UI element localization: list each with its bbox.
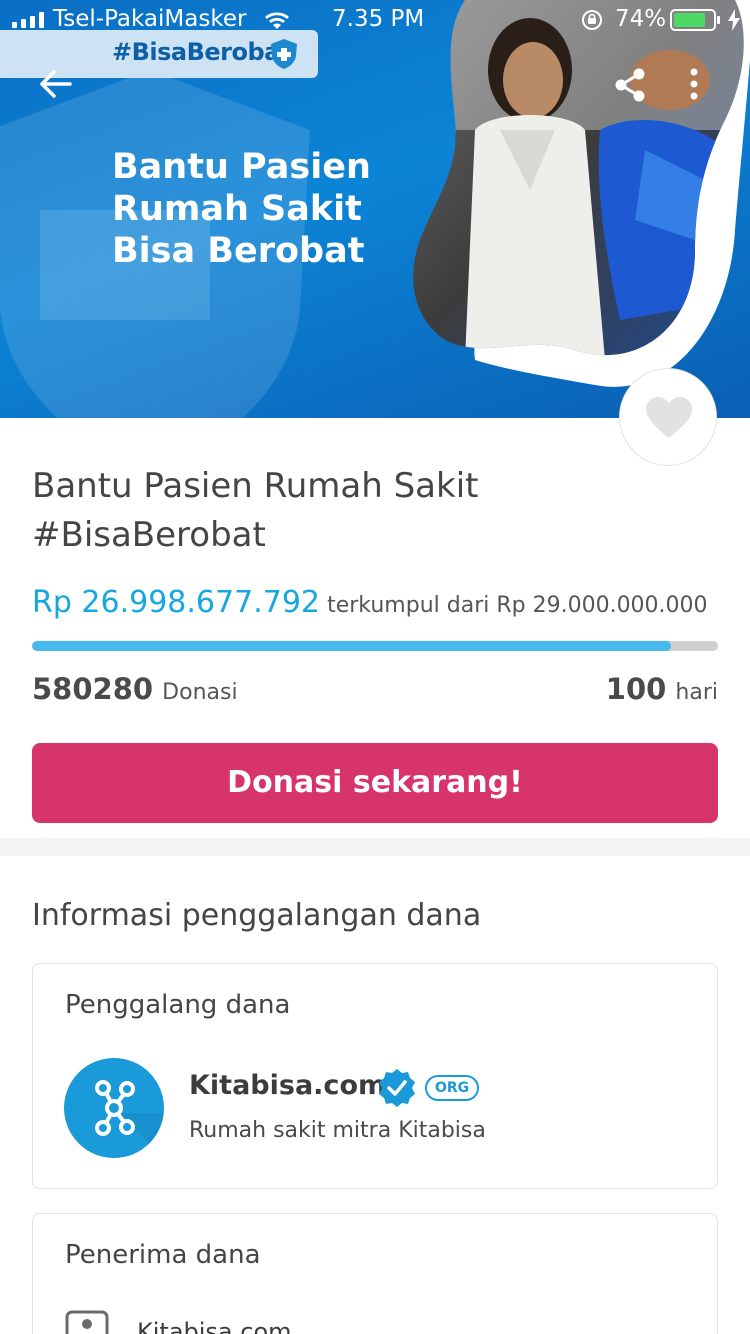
charging-bolt-icon <box>728 9 740 31</box>
kitabisa-logo-icon <box>64 1058 164 1158</box>
funding-progress-fill <box>32 641 671 651</box>
recipient-name: Kitabisa.com <box>137 1318 292 1334</box>
recipient-card[interactable]: Penerima dana Kitabisa.com <box>32 1213 718 1334</box>
fundraiser-description: Rumah sakit mitra Kitabisa <box>189 1118 486 1143</box>
hero-headline-line: Bantu Pasien <box>112 147 371 187</box>
wifi-icon <box>265 12 289 29</box>
days-remaining-value: 100 <box>605 672 667 706</box>
lock-rotation-icon <box>582 10 602 30</box>
battery-icon <box>670 9 720 31</box>
fundraiser-card[interactable]: Penggalang dana Kitabisa.com ORG Rumah s… <box>32 963 718 1189</box>
more-vertical-icon[interactable] <box>684 66 704 104</box>
hero-headline-line: Rumah Sakit <box>112 189 362 229</box>
section-title: Informasi penggalangan dana <box>32 898 482 933</box>
heart-icon <box>646 397 692 438</box>
battery-percentage: 74% <box>615 6 667 32</box>
donate-now-button[interactable]: Donasi sekarang! <box>32 743 718 823</box>
hero-headline: Bantu Pasien Rumah Sakit Bisa Berobat <box>112 146 412 272</box>
verified-icon <box>379 1069 415 1107</box>
campaign-banner: #BisaBerobat Bantu Pasien Rumah Sakit Bi… <box>0 0 750 418</box>
status-bar: Tsel-PakaiMasker 7.35 PM 74% <box>0 0 750 40</box>
carrier-name: Tsel-PakaiMasker <box>53 6 247 32</box>
org-badge: ORG <box>425 1075 480 1101</box>
donation-count-label: Donasi <box>162 680 238 705</box>
campaign-title: Bantu Pasien Rumah Sakit #BisaBerobat <box>32 466 479 555</box>
fundraiser-heading: Penggalang dana <box>65 990 291 1020</box>
recipient-heading: Penerima dana <box>65 1240 261 1270</box>
funding-summary: Rp 26.998.677.792 terkumpul dari Rp 29.0… <box>32 585 708 620</box>
days-remaining-label: hari <box>675 680 718 705</box>
hero-hashtag: #BisaBerobat <box>112 38 291 66</box>
favorite-button[interactable] <box>619 368 717 466</box>
hero-photo <box>413 0 750 387</box>
amount-collected: Rp 26.998.677.792 <box>32 585 320 620</box>
section-divider <box>0 838 750 856</box>
days-remaining: 100 hari <box>606 672 718 706</box>
hero-headline-line: Bisa Berobat <box>112 231 365 271</box>
kitabisa-logo-glyph <box>95 1080 164 1158</box>
share-icon[interactable] <box>612 66 648 104</box>
funding-progress-bar <box>32 641 718 651</box>
amount-target: terkumpul dari Rp 29.000.000.000 <box>327 593 708 618</box>
signal-icon <box>12 12 44 28</box>
fundraiser-name[interactable]: Kitabisa.com <box>189 1070 386 1101</box>
back-arrow-icon[interactable] <box>36 64 76 104</box>
clock: 7.35 PM <box>332 6 425 32</box>
id-card-icon <box>65 1310 109 1334</box>
donation-count-value: 580280 <box>32 672 154 706</box>
hashtag-shield-icon <box>271 39 297 69</box>
donation-count: 580280 Donasi <box>32 672 238 706</box>
